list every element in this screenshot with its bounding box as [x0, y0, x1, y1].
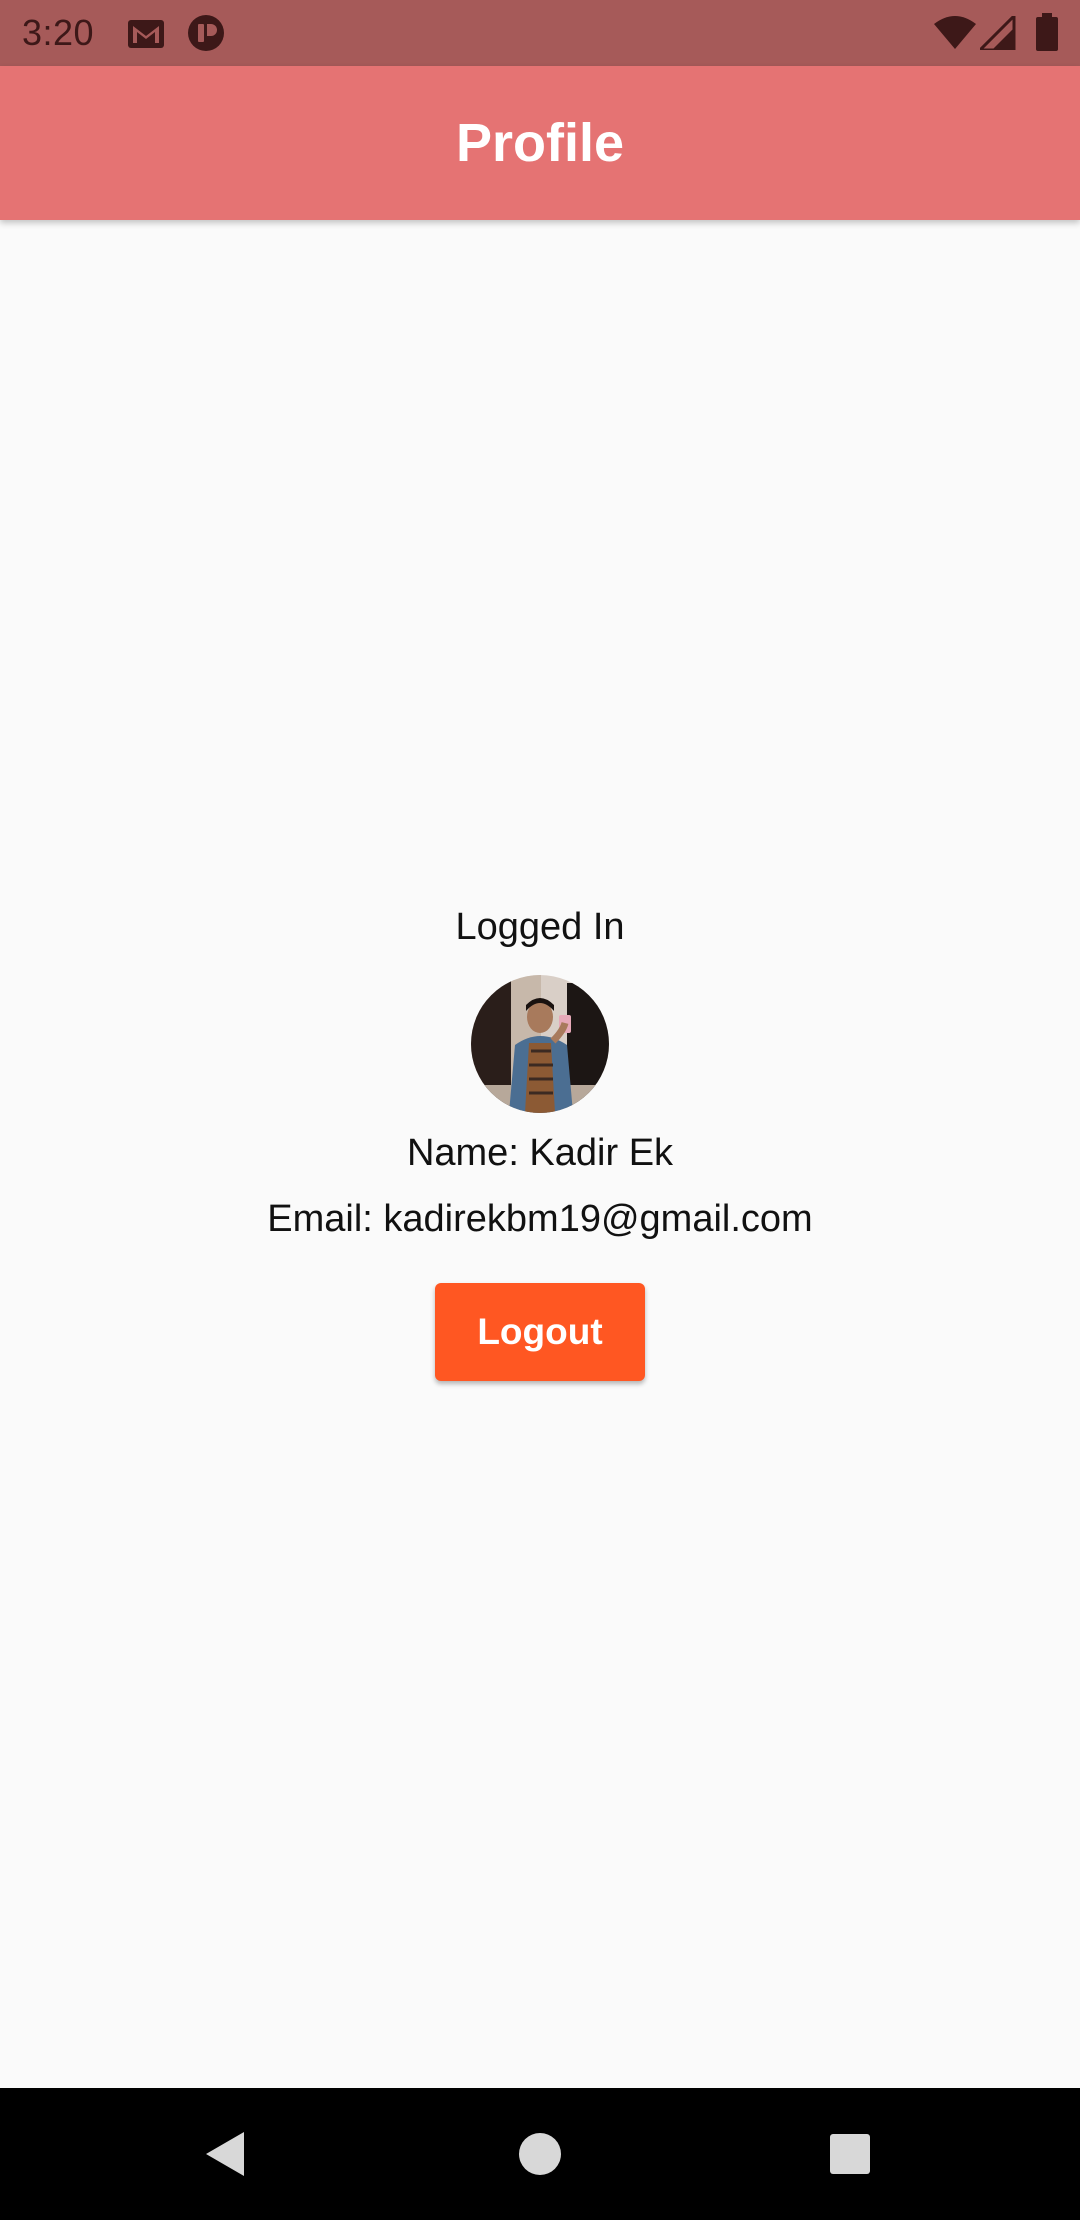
gmail-icon — [127, 19, 165, 54]
user-name-text: Name: Kadir Ek — [406, 1132, 674, 1174]
status-time: 3:20 — [22, 12, 95, 53]
status-bar: 3:20 — [0, 0, 1080, 66]
profile-content: Logged In Name: Kadir Ek Email: kadirekb… — [0, 220, 1080, 2088]
home-icon[interactable] — [510, 2124, 570, 2184]
wifi-icon — [934, 16, 976, 55]
app-notification-icon — [187, 14, 225, 57]
cell-signal-icon — [976, 12, 1016, 55]
navigation-bar — [0, 2088, 1080, 2220]
page-title: Profile — [455, 113, 625, 173]
app-bar: Profile — [0, 66, 1080, 220]
battery-icon — [1036, 13, 1058, 56]
avatar — [471, 975, 609, 1113]
logout-button[interactable]: Logout — [435, 1283, 645, 1381]
login-status-text: Logged In — [455, 906, 625, 948]
user-email-text: Email: kadirekbm19@gmail.com — [267, 1198, 813, 1240]
back-icon[interactable] — [196, 2124, 256, 2184]
profile-photo-icon — [471, 975, 609, 1113]
recents-icon[interactable] — [820, 2124, 880, 2184]
